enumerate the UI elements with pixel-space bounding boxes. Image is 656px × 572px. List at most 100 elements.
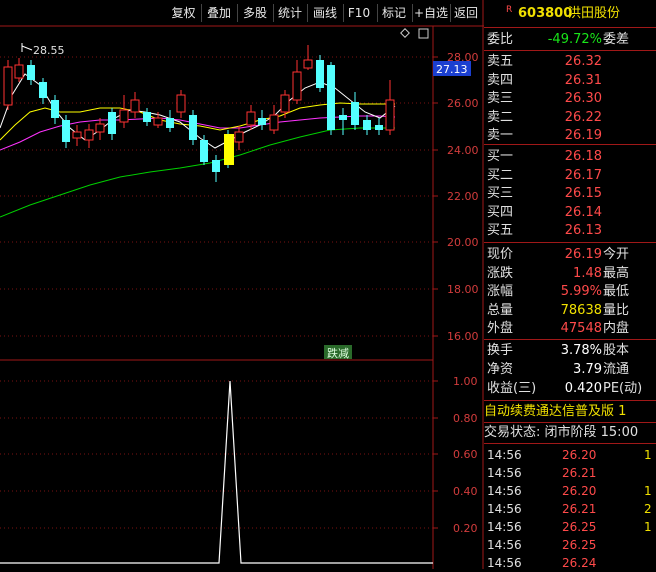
trade-row[interactable]: 14:56 26.20 1	[484, 446, 656, 464]
trade-time: 14:56	[487, 556, 522, 570]
toolbar-separator	[343, 4, 344, 22]
quote-row: 卖五 26.32	[484, 53, 656, 71]
trade-price: 26.20	[562, 484, 597, 498]
price-tick-label: 22.00	[447, 190, 479, 203]
candle-body[interactable]	[3, 66, 13, 106]
candle-body[interactable]	[84, 129, 94, 141]
candle-body[interactable]	[234, 131, 244, 143]
trade-price: 26.21	[562, 502, 597, 516]
candle-body[interactable]	[246, 111, 256, 126]
high-marker-pointer	[21, 45, 33, 51]
close-box-icon[interactable]	[418, 28, 429, 39]
toolbar-button-8[interactable]: 返回	[451, 3, 481, 23]
candle-body[interactable]	[327, 65, 335, 130]
candle-body[interactable]	[119, 109, 129, 123]
stock-header[interactable]: R 603800 洪田股份	[484, 4, 656, 24]
quote-row: 卖三 26.30	[484, 90, 656, 108]
row-label: 买五	[487, 223, 514, 238]
candle-body[interactable]	[269, 114, 279, 131]
row-value: 5.99%	[560, 284, 602, 299]
trade-price: 26.25	[562, 520, 597, 534]
stock-name: 洪田股份	[568, 6, 621, 21]
row-label-secondary: 最低	[603, 284, 630, 299]
candle-body[interactable]	[280, 94, 290, 113]
row-value: 26.19	[564, 247, 602, 262]
quote-row: 买四 26.14	[484, 204, 656, 222]
trade-volume: 2	[644, 502, 652, 516]
candle-body[interactable]	[166, 118, 174, 128]
candle-body[interactable]	[351, 102, 359, 125]
row-value: 3.78%	[560, 343, 602, 358]
toolbar-button-0[interactable]: 复权	[168, 3, 199, 23]
candle-body[interactable]	[339, 115, 347, 120]
candle-body[interactable]	[316, 60, 324, 88]
quote-row: 收益(三) 0.420 PE(动)	[484, 380, 656, 398]
trade-time: 14:56	[487, 466, 522, 480]
candle-body[interactable]	[95, 123, 105, 133]
toolbar-separator	[273, 4, 274, 22]
trade-row[interactable]: 14:56 26.24	[484, 554, 656, 572]
candle-body[interactable]	[62, 120, 70, 142]
row-label: 涨幅	[487, 284, 514, 299]
row-value: 26.19	[564, 128, 602, 143]
toolbar-button-6[interactable]: 标记	[378, 3, 410, 23]
candle-body[interactable]	[130, 99, 140, 113]
weicha-label: 委差	[603, 32, 630, 47]
banner-divider	[484, 400, 656, 401]
candle-body[interactable]	[108, 112, 116, 134]
candle-body[interactable]	[375, 125, 383, 130]
quote-row: 总量 78638 量比	[484, 302, 656, 320]
candle-body[interactable]	[27, 65, 35, 80]
candle-body[interactable]	[51, 100, 59, 118]
status-divider	[484, 422, 656, 423]
candle-body[interactable]	[143, 112, 151, 122]
quote-row: 卖二 26.22	[484, 109, 656, 127]
quote-row: 买五 26.13	[484, 222, 656, 240]
candle-body[interactable]	[14, 64, 24, 79]
candle-body[interactable]	[258, 118, 266, 125]
kline-chart[interactable]: 28.55 27.13 28.00 26.00 24.00 22.00 20.00 18.…	[0, 0, 484, 569]
toolbar-button-3[interactable]: 统计	[274, 3, 306, 23]
candle-body[interactable]	[385, 99, 395, 131]
trade-row[interactable]: 14:56 26.25	[484, 536, 656, 554]
trade-row[interactable]: 14:56 26.20 1	[484, 482, 656, 500]
weibi-label: 委比	[487, 32, 514, 47]
price-grid	[0, 56, 433, 337]
candles[interactable]	[3, 45, 395, 182]
candle-body[interactable]	[212, 160, 220, 172]
candle-body[interactable]	[72, 131, 82, 139]
trade-row[interactable]: 14:56 26.21	[484, 464, 656, 482]
trade-row[interactable]: 14:56 26.21 2	[484, 500, 656, 518]
candle-body[interactable]	[176, 94, 186, 113]
candle-body[interactable]	[153, 117, 163, 126]
toolbar-separator	[412, 4, 413, 22]
toolbar-button-5[interactable]: F10	[344, 3, 374, 23]
row-value: 26.18	[564, 149, 602, 164]
indicator-axis: 1.00 0.80 0.60 0.40 0.20	[433, 375, 478, 535]
candle-body[interactable]	[363, 120, 371, 130]
row-value: 26.32	[564, 54, 602, 69]
toolbar-button-2[interactable]: 多股	[238, 3, 272, 23]
row-label: 收益(三)	[487, 381, 537, 396]
row-label: 买一	[487, 149, 514, 164]
toolbar-button-4[interactable]: 画线	[308, 3, 342, 23]
candle-body[interactable]	[39, 82, 47, 98]
diamond-icon[interactable]	[400, 28, 410, 38]
indicator-line	[0, 380, 433, 564]
promo-banner[interactable]: 自动续费通达信普及版 1	[484, 403, 656, 421]
toolbar-button-7[interactable]: +自选	[413, 3, 449, 23]
row-value: 26.30	[564, 91, 602, 106]
trade-row[interactable]: 14:56 26.25 1	[484, 518, 656, 536]
row-label-secondary: 最高	[603, 265, 630, 281]
trading-status: 交易状态: 闭市阶段 15:00	[484, 425, 639, 440]
row-label: 净资	[487, 362, 514, 377]
toolbar-separator	[201, 4, 202, 22]
quote-row: 净资 3.79 流通	[484, 361, 656, 379]
candle-body[interactable]	[189, 115, 197, 140]
candle-body[interactable]	[303, 59, 313, 69]
toolbar-button-1[interactable]: 叠加	[202, 3, 236, 23]
candle-body[interactable]	[200, 140, 208, 162]
indicator-tick-label: 1.00	[453, 375, 478, 388]
highlighted-candle[interactable]	[224, 134, 234, 165]
candle-body[interactable]	[292, 71, 302, 101]
